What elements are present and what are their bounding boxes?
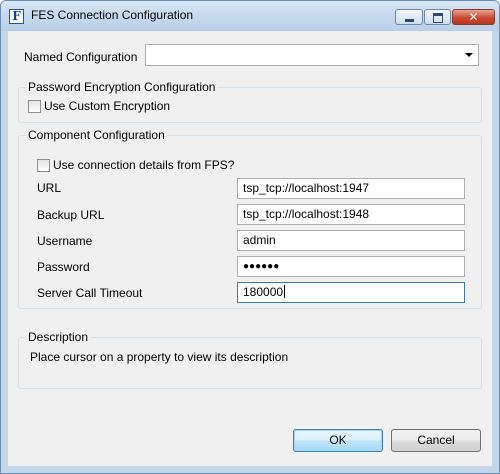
dialog-window: F FES Connection Configuration ✕ Named C… bbox=[0, 0, 500, 474]
window-title: FES Connection Configuration bbox=[31, 8, 194, 22]
component-configuration-title: Component Configuration bbox=[26, 128, 167, 142]
close-button[interactable]: ✕ bbox=[452, 9, 495, 25]
url-field[interactable]: tsp_tcp://localhost:1947 bbox=[237, 178, 465, 199]
use-custom-encryption-checkbox[interactable] bbox=[28, 100, 41, 113]
url-label: URL bbox=[37, 181, 62, 195]
close-icon: ✕ bbox=[468, 10, 479, 24]
server-call-timeout-label: Server Call Timeout bbox=[37, 286, 143, 300]
description-title: Description bbox=[26, 330, 91, 344]
text-cursor bbox=[284, 285, 286, 298]
app-icon: F bbox=[9, 9, 24, 24]
named-configuration-select[interactable] bbox=[145, 44, 479, 66]
maximize-button[interactable] bbox=[424, 9, 451, 25]
use-fps-label[interactable]: Use connection details from FPS? bbox=[53, 158, 234, 172]
minimize-button[interactable] bbox=[395, 9, 423, 25]
use-custom-encryption-label[interactable]: Use Custom Encryption bbox=[44, 99, 170, 113]
cancel-button[interactable]: Cancel bbox=[391, 429, 481, 452]
title-bar[interactable]: F FES Connection Configuration ✕ bbox=[1, 1, 499, 31]
server-call-timeout-field[interactable]: 180000 bbox=[237, 282, 465, 303]
backup-url-label: Backup URL bbox=[37, 208, 105, 222]
password-encryption-title: Password Encryption Configuration bbox=[26, 80, 218, 94]
username-field[interactable]: admin bbox=[237, 230, 465, 251]
username-label: Username bbox=[37, 234, 93, 248]
named-configuration-label: Named Configuration bbox=[24, 50, 138, 64]
dialog-content: Named Configuration Password Encryption … bbox=[8, 31, 492, 466]
password-label: Password bbox=[37, 260, 90, 274]
ok-button[interactable]: OK bbox=[293, 429, 383, 452]
backup-url-field[interactable]: tsp_tcp://localhost:1948 bbox=[237, 204, 465, 225]
description-text: Place cursor on a property to view its d… bbox=[30, 350, 289, 364]
password-field[interactable]: ●●●●●● bbox=[237, 256, 465, 277]
chevron-down-icon[interactable] bbox=[465, 53, 473, 57]
server-call-timeout-value: 180000 bbox=[243, 285, 284, 299]
use-fps-checkbox[interactable] bbox=[37, 159, 50, 172]
